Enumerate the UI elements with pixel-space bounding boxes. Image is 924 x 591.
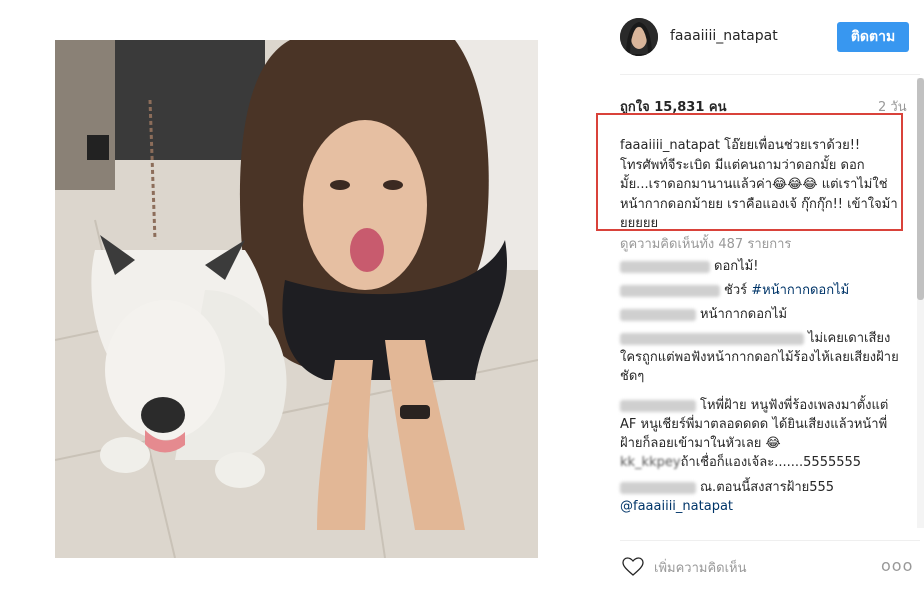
comment-text: ณ.ตอนนี้สงสารฝ้าย555	[700, 480, 835, 495]
blurred-username	[620, 284, 720, 297]
follow-button[interactable]: ติดตาม	[837, 22, 909, 52]
add-comment-input[interactable]: เพิ่มความคิดเห็น	[654, 557, 747, 578]
comment-text: ชัวร์	[724, 283, 752, 298]
blurred-username	[620, 399, 696, 412]
blurred-username	[620, 308, 696, 321]
comment-text: ดอกไม้!	[714, 259, 759, 274]
blurred-username	[620, 260, 710, 273]
comment-username[interactable]: kk_kkpey	[620, 455, 681, 470]
post-sidebar: faaaiiii_natapat ติดตาม ถูกใจ 15,831 คน …	[596, 0, 924, 591]
comment-item: หน้ากากดอกไม้	[620, 305, 900, 324]
caption: faaaiiii_natapat โอ๊ยยเพื่อนช่วยเราด้วย!…	[620, 136, 902, 234]
caption-username[interactable]: faaaiiii_natapat	[620, 138, 720, 153]
comment-item: ดอกไม้!	[620, 257, 900, 276]
post-photo[interactable]	[55, 40, 538, 558]
divider	[620, 540, 920, 541]
heart-icon[interactable]	[622, 557, 644, 581]
comment-text: หน้ากากดอกไม้	[700, 307, 788, 322]
mention-link[interactable]: @faaaiiii_natapat	[620, 499, 733, 514]
comment-text: ถ้าเชื่อก็แองเจ้ละ.......5555555	[680, 455, 862, 470]
comment-item: ชัวร์ #หน้ากากดอกไม้	[620, 281, 900, 300]
comment-item: ไม่เคยเดาเสียงใครถูกแต่พอฟังหน้ากากดอกไม…	[620, 329, 900, 386]
comment-item: ณ.ตอนนี้สงสารฝ้าย555 @faaaiiii_natapat	[620, 478, 900, 516]
comment-item: โหพี่ฝ้าย หนูฟังพี่ร้องเพลงมาตั้งแต่ AF …	[620, 396, 900, 453]
avatar[interactable]	[620, 18, 658, 56]
scrollbar-thumb[interactable]	[917, 78, 924, 300]
comment-item: kk_kkpeyถ้าเชื่อก็แองเจ้ละ.......5555555	[620, 453, 900, 472]
view-all-comments-link[interactable]: ดูความคิดเห็นทั้ง 487 รายการ	[620, 233, 791, 254]
username[interactable]: faaaiiii_natapat	[670, 28, 778, 44]
blurred-username	[620, 332, 804, 345]
divider	[620, 74, 920, 75]
hashtag-link[interactable]: #หน้ากากดอกไม้	[751, 283, 849, 298]
blurred-username	[620, 481, 696, 494]
more-options-icon[interactable]: ooo	[881, 556, 913, 575]
